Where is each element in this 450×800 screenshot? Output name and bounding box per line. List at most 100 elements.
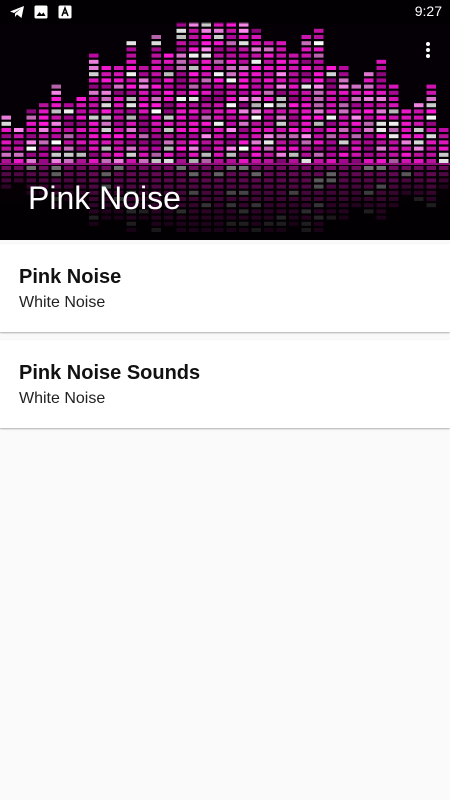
equalizer-segment: [114, 128, 124, 132]
equalizer-segment: [201, 109, 211, 114]
equalizer-segment: [189, 35, 199, 39]
equalizer-segment: [51, 97, 61, 101]
equalizer-segment: [364, 128, 374, 132]
equalizer-segment: [314, 134, 324, 139]
equalizer-segment: [339, 115, 349, 120]
equalizer-segment: [214, 59, 224, 64]
equalizer-segment: [289, 78, 299, 83]
list-item[interactable]: Pink Noise White Noise: [0, 244, 450, 332]
equalizer-segment: [301, 66, 311, 70]
equalizer-segment: [151, 41, 161, 46]
equalizer-segment: [264, 115, 274, 120]
equalizer-segment: [439, 128, 449, 132]
equalizer-segment: [239, 41, 249, 46]
equalizer-segment: [151, 53, 161, 58]
equalizer-segment: [426, 115, 436, 120]
equalizer-segment: [289, 128, 299, 132]
equalizer-segment: [214, 47, 224, 52]
equalizer-segment: [251, 109, 261, 114]
equalizer-segment: [251, 35, 261, 39]
equalizer-segment: [89, 90, 99, 95]
equalizer-segment: [164, 103, 174, 108]
equalizer-segment: [214, 109, 224, 114]
equalizer-segment: [139, 115, 149, 120]
equalizer-segment: [276, 59, 286, 64]
equalizer-segment: [426, 128, 436, 132]
equalizer-segment: [214, 41, 224, 46]
equalizer-segment: [1, 115, 11, 120]
equalizer-segment: [389, 121, 399, 126]
equalizer-segment: [276, 66, 286, 70]
equalizer-segment: [26, 140, 36, 145]
equalizer-segment: [289, 72, 299, 77]
equalizer-segment: [226, 41, 236, 46]
equalizer-segment: [301, 121, 311, 126]
equalizer-segment: [151, 134, 161, 139]
equalizer-segment: [339, 72, 349, 77]
equalizer-segment: [89, 78, 99, 83]
equalizer-segment: [389, 97, 399, 101]
equalizer-segment: [101, 121, 111, 126]
equalizer-segment: [114, 121, 124, 126]
equalizer-segment: [314, 41, 324, 46]
equalizer-segment: [101, 115, 111, 120]
equalizer-segment: [314, 128, 324, 132]
equalizer-segment: [51, 103, 61, 108]
equalizer-segment: [351, 103, 361, 108]
equalizer-segment: [189, 121, 199, 126]
equalizer-segment: [189, 109, 199, 114]
equalizer-segment: [89, 121, 99, 126]
equalizer-segment: [76, 97, 86, 101]
equalizer-segment: [301, 140, 311, 145]
equalizer-segment: [176, 140, 186, 145]
equalizer-segment: [226, 97, 236, 101]
equalizer-segment: [389, 109, 399, 114]
list-item[interactable]: Pink Noise Sounds White Noise: [0, 340, 450, 428]
equalizer-segment: [289, 66, 299, 70]
equalizer-segment: [226, 134, 236, 139]
equalizer-segment: [1, 134, 11, 139]
equalizer-segment: [189, 134, 199, 139]
equalizer-segment: [176, 59, 186, 64]
equalizer-segment: [239, 121, 249, 126]
equalizer-segment: [314, 59, 324, 64]
equalizer-segment: [201, 66, 211, 70]
equalizer-segment: [176, 84, 186, 89]
equalizer-segment: [39, 134, 49, 139]
equalizer-segment: [214, 90, 224, 95]
equalizer-segment: [226, 115, 236, 120]
equalizer-segment: [139, 134, 149, 139]
equalizer-segment: [51, 128, 61, 132]
equalizer-segment: [226, 35, 236, 39]
equalizer-segment: [339, 84, 349, 89]
equalizer-segment: [39, 115, 49, 120]
equalizer-segment: [214, 28, 224, 33]
equalizer-segment: [276, 84, 286, 89]
equalizer-segment: [201, 59, 211, 64]
equalizer-segment: [114, 90, 124, 95]
equalizer-segment: [314, 35, 324, 39]
equalizer-segment: [264, 134, 274, 139]
equalizer-segment: [351, 121, 361, 126]
equalizer-segment: [251, 121, 261, 126]
equalizer-segment: [251, 41, 261, 46]
equalizer-segment: [201, 121, 211, 126]
equalizer-segment: [314, 140, 324, 145]
equalizer-segment: [226, 53, 236, 58]
equalizer-segment: [64, 128, 74, 132]
equalizer-segment: [176, 28, 186, 33]
equalizer-segment: [264, 72, 274, 77]
overflow-menu-button[interactable]: [414, 36, 442, 64]
equalizer-segment: [264, 84, 274, 89]
equalizer-segment: [201, 140, 211, 145]
equalizer-segment: [189, 115, 199, 120]
equalizer-segment: [251, 115, 261, 120]
equalizer-segment: [239, 66, 249, 70]
equalizer-segment: [251, 59, 261, 64]
equalizer-segment: [276, 78, 286, 83]
equalizer-segment: [339, 134, 349, 139]
equalizer-segment: [151, 35, 161, 39]
equalizer-segment: [226, 66, 236, 70]
equalizer-segment: [164, 59, 174, 64]
equalizer-segment: [364, 78, 374, 83]
